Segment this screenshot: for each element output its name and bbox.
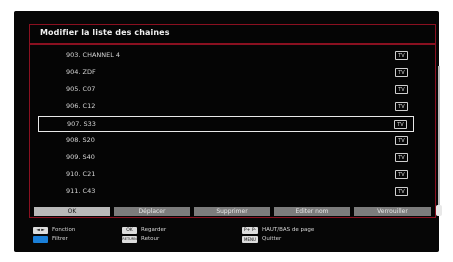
channel-row[interactable]: 903. CHANNEL 4 TV xyxy=(38,48,414,64)
page-keys-icon: P+ P- xyxy=(242,227,258,234)
tv-icon: TV xyxy=(394,120,407,129)
page-title: Modifier la liste des chaines xyxy=(40,28,170,37)
channel-label: 910. C21 xyxy=(66,170,96,178)
key-legend: ◄ ► Fonction Filtrer OK Regarder RETURN … xyxy=(29,227,434,249)
legend-ok: OK Regarder xyxy=(122,227,202,235)
channel-row[interactable]: 908. S20 TV xyxy=(38,133,414,149)
channel-label: 906. C12 xyxy=(66,102,96,110)
legend-filter: Filtrer xyxy=(33,236,113,244)
move-button[interactable]: Déplacer xyxy=(114,207,190,216)
channel-label: 907. S33 xyxy=(67,120,96,128)
channel-row[interactable]: 909. S40 TV xyxy=(38,150,414,166)
channel-row-selected[interactable]: 907. S33 TV xyxy=(38,116,414,132)
legend-ok-label: Regarder xyxy=(141,227,167,233)
legend-menu: MENU Quitter xyxy=(242,236,322,244)
legend-return: RETURN Retour xyxy=(122,236,202,244)
channel-row[interactable]: 904. ZDF TV xyxy=(38,65,414,81)
legend-menu-label: Quitter xyxy=(262,236,282,242)
edit-name-button[interactable]: Editer nom xyxy=(274,207,350,216)
legend-function: ◄ ► Fonction xyxy=(33,227,113,235)
legend-page: P+ P- HAUT/BAS de page xyxy=(242,227,352,235)
tv-icon: TV xyxy=(395,187,408,196)
legend-page-label: HAUT/BAS de page xyxy=(262,227,315,233)
channel-label: 904. ZDF xyxy=(66,68,96,76)
tv-icon: TV xyxy=(395,170,408,179)
channel-label: 908. S20 xyxy=(66,136,95,144)
tv-icon: TV xyxy=(395,51,408,60)
tv-icon: TV xyxy=(395,85,408,94)
channel-list: 903. CHANNEL 4 TV 904. ZDF TV 905. C07 T… xyxy=(29,44,442,216)
legend-filter-label: Filtrer xyxy=(52,236,68,242)
tv-screen: Modifier la liste des chaines 903. CHANN… xyxy=(14,11,442,252)
channel-label: 909. S40 xyxy=(66,153,95,161)
channel-label: 905. C07 xyxy=(66,85,96,93)
channel-label: 911. C43 xyxy=(66,187,96,195)
ok-key-icon: OK xyxy=(122,227,137,234)
channel-row[interactable]: 906. C12 TV xyxy=(38,99,414,115)
lock-button[interactable]: Verrouiller xyxy=(354,207,431,216)
delete-button[interactable]: Supprimer xyxy=(194,207,270,216)
scrollbar[interactable] xyxy=(436,66,442,216)
channel-label: 903. CHANNEL 4 xyxy=(66,51,121,59)
action-bar: OK Déplacer Supprimer Editer nom Verroui… xyxy=(29,205,436,218)
channel-row[interactable]: 905. C07 TV xyxy=(38,82,414,98)
title-bar: Modifier la liste des chaines xyxy=(29,24,436,44)
return-key-icon: RETURN xyxy=(122,236,137,243)
legend-function-label: Fonction xyxy=(52,227,76,233)
left-right-arrows-icon: ◄ ► xyxy=(33,227,48,234)
channel-row[interactable]: 911. C43 TV xyxy=(38,184,414,200)
legend-return-label: Retour xyxy=(141,236,160,242)
tv-icon: TV xyxy=(395,136,408,145)
channel-row[interactable]: 910. C21 TV xyxy=(38,167,414,183)
tv-icon: TV xyxy=(395,102,408,111)
ok-button[interactable]: OK xyxy=(34,207,110,216)
tv-icon: TV xyxy=(395,68,408,77)
blue-key-icon xyxy=(33,236,48,243)
scrollbar-thumb[interactable] xyxy=(436,205,442,216)
menu-key-icon: MENU xyxy=(242,236,258,243)
tv-icon: TV xyxy=(395,153,408,162)
